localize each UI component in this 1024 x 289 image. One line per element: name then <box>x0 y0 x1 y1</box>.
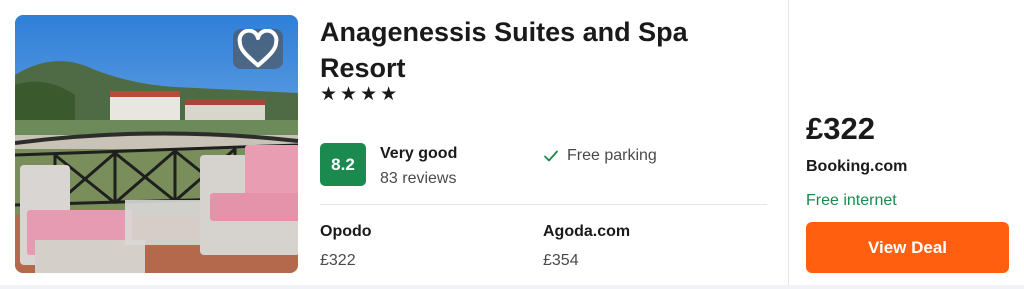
rating-label: Very good <box>380 145 458 162</box>
check-icon <box>544 150 558 162</box>
hotel-name[interactable]: Anagenessis Suites and Spa Resort <box>320 14 740 86</box>
favorite-button[interactable] <box>233 29 283 69</box>
hotel-photo[interactable] <box>15 15 298 273</box>
review-score-badge: 8.2 <box>320 143 366 186</box>
provider-name: Agoda.com <box>543 223 631 240</box>
card-bottom-border <box>0 285 1024 289</box>
provider-option-agoda[interactable]: Agoda.com £354 <box>543 223 630 270</box>
provider-option-opodo[interactable]: Opodo £322 <box>320 223 372 270</box>
section-divider <box>320 204 767 205</box>
review-count-link[interactable]: 83 reviews <box>380 170 456 188</box>
best-price: £322 <box>806 111 875 146</box>
column-divider <box>788 0 789 285</box>
deal-perk: Free internet <box>806 192 897 209</box>
provider-price: £322 <box>320 252 356 269</box>
amenity-item: Free parking <box>543 147 657 165</box>
best-price-provider: Booking.com <box>806 158 908 175</box>
amenity-label: Free parking <box>567 147 657 164</box>
star-rating: ★★★★ <box>320 84 401 105</box>
provider-name: Opodo <box>320 223 372 240</box>
heart-icon <box>237 29 279 68</box>
provider-price: £354 <box>543 252 579 269</box>
view-deal-button[interactable]: View Deal <box>806 222 1009 273</box>
hotel-result-card[interactable]: Anagenessis Suites and Spa Resort ★★★★ 8… <box>0 0 1024 289</box>
